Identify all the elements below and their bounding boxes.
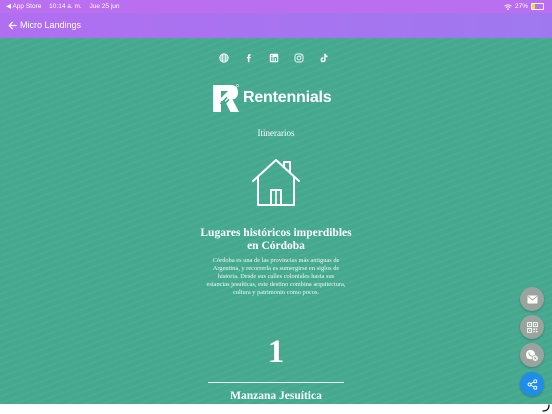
status-left: ◀ App Store 10:14 a. m. Jue 25 jun — [6, 0, 126, 13]
qr-code-button[interactable] — [520, 315, 544, 339]
divider — [208, 382, 344, 383]
app-bar: Micro Landings — [0, 13, 552, 38]
status-time: 10:14 a. m. — [49, 3, 82, 10]
item-number: 1 — [267, 334, 285, 370]
resize-handle-icon — [542, 404, 550, 412]
logo-text: Rentennials — [243, 89, 332, 106]
share-button[interactable] — [520, 372, 544, 396]
battery-icon — [531, 3, 544, 10]
back-button[interactable] — [4, 17, 20, 33]
status-date: Jue 25 jun — [89, 3, 120, 10]
status-bar: ◀ App Store 10:14 a. m. Jue 25 jun 27% — [0, 0, 552, 13]
linkedin-icon[interactable] — [269, 53, 279, 63]
instagram-icon[interactable] — [294, 53, 304, 63]
arrow-left-icon — [8, 21, 17, 29]
page-title: Micro Landings — [20, 20, 82, 30]
house-icon — [252, 159, 300, 206]
section-label: Itinerarios — [257, 128, 295, 138]
rentennials-logo-mark — [213, 84, 239, 112]
globe-icon[interactable] — [219, 53, 229, 63]
rentennials-logo: Rentennials — [212, 83, 332, 113]
tiktok-icon[interactable] — [319, 53, 329, 63]
card-description: Córdoba es una de las provincias más ant… — [206, 257, 346, 296]
facebook-icon[interactable] — [244, 53, 254, 63]
email-button[interactable] — [520, 287, 544, 311]
card-title: Lugares históricos imperdibles en Córdob… — [200, 227, 352, 252]
email-icon — [527, 295, 537, 303]
social-links — [219, 53, 329, 63]
item-title: Manzana Jesuítica — [230, 390, 322, 402]
landing-content[interactable]: Rentennials Itinerarios Lugares históric… — [0, 38, 552, 404]
share-icon — [527, 378, 537, 390]
back-to-app-store-link[interactable]: ◀ App Store — [6, 3, 41, 10]
wifi-icon — [504, 3, 512, 10]
qr-code-icon — [526, 321, 538, 333]
whatsapp-icon — [525, 349, 539, 362]
whatsapp-button[interactable] — [520, 343, 544, 367]
status-right: 27% — [504, 0, 544, 13]
battery-percent: 27% — [514, 3, 528, 10]
